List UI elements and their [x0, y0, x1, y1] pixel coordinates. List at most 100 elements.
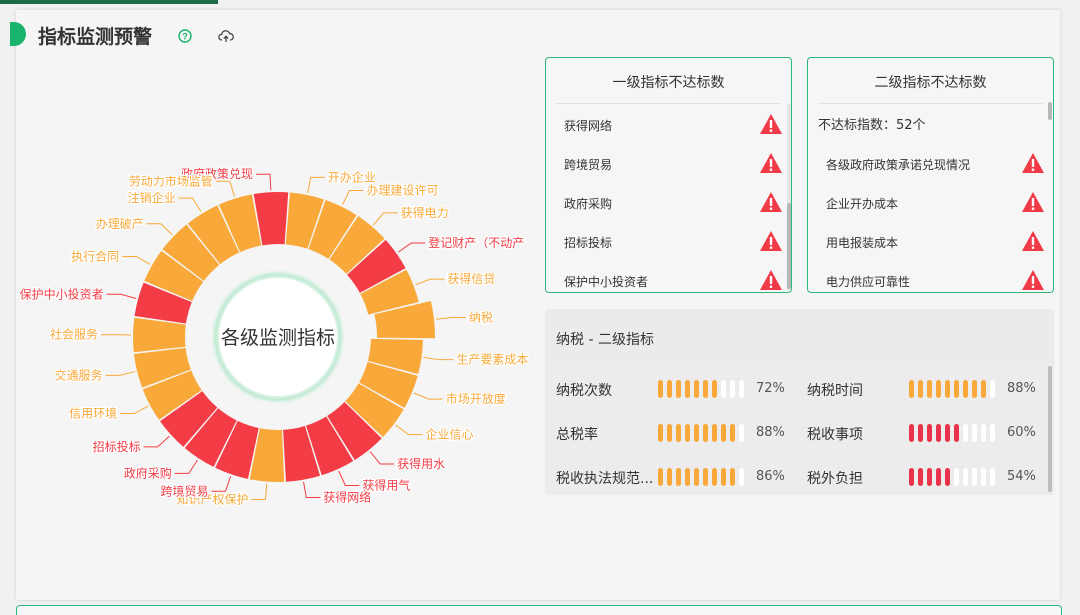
donut-segment-label: 信用环境	[69, 406, 117, 421]
donut-segment-label: 注销企业	[128, 190, 176, 205]
tax-metric-label: 纳税时间	[807, 380, 863, 400]
level2-scroll-thumb[interactable]	[1048, 102, 1052, 120]
warning-icon	[759, 113, 783, 135]
donut-leader-line	[175, 460, 198, 473]
top-accent-strip	[0, 0, 218, 4]
warning-icon	[1021, 269, 1045, 291]
tax-metric-label: 纳税次数	[556, 380, 612, 400]
donut-leader-line	[370, 452, 394, 464]
fail-count-text: 不达标指数：52个	[818, 114, 926, 133]
donut-leader-line	[436, 317, 466, 319]
level1-failures-card: 一级指标不达标数 获得网络跨境贸易政府采购招标投标保护中小投资者	[545, 57, 792, 293]
level1-list-item[interactable]: 跨境贸易	[564, 156, 612, 173]
level1-list-item[interactable]: 获得网络	[564, 117, 612, 134]
donut-leader-line	[256, 174, 271, 190]
monitoring-panel: 指标监测预警 ? 政府政策兑现开办企业办理建设许可获得电力登记财产（不动产获得信…	[16, 10, 1060, 600]
donut-leader-line	[106, 372, 136, 376]
level1-list-item[interactable]: 招标投标	[564, 234, 612, 251]
warning-icon	[1021, 152, 1045, 174]
donut-leader-line	[373, 213, 397, 225]
tax-metric-percent: 72%	[756, 381, 785, 396]
warning-icon	[759, 191, 783, 213]
donut-leader-line	[211, 476, 230, 491]
donut-leader-line	[179, 198, 201, 212]
donut-segment-label: 企业信心	[426, 427, 474, 442]
donut-segment-label: 纳税	[469, 310, 493, 324]
donut-leader-line	[304, 482, 321, 498]
tax-panel-title: 纳税 - 二级指标	[556, 329, 654, 349]
tax-metric-percent: 54%	[1007, 469, 1036, 484]
tax-scroll-thumb[interactable]	[1048, 366, 1052, 492]
tax-metric-percent: 86%	[756, 469, 785, 484]
cloud-upload-icon[interactable]	[218, 29, 234, 43]
help-circle-icon[interactable]: ?	[178, 29, 192, 43]
warning-icon	[759, 269, 783, 291]
donut-leader-line	[398, 243, 425, 252]
tax-metric-percent: 60%	[1007, 425, 1036, 440]
donut-leader-line	[107, 294, 136, 298]
donut-leader-line	[339, 471, 360, 486]
donut-leader-line	[122, 256, 150, 264]
donut-segment-label: 保护中小投资者	[20, 286, 104, 301]
warning-icon	[1021, 191, 1045, 213]
tax-metric-bar	[909, 380, 999, 398]
donut-leader-line	[216, 181, 235, 196]
donut-leader-line	[147, 224, 173, 235]
tax-panel-header: 纳税 - 二级指标	[545, 309, 1054, 364]
donut-leader-line	[396, 425, 423, 435]
tax-metric-label: 总税率	[556, 424, 598, 444]
indicator-donut-chart: 政府政策兑现开办企业办理建设许可获得电力登记财产（不动产获得信贷纳税生产要素成本…	[16, 70, 541, 540]
tax-metric-percent: 88%	[756, 425, 785, 440]
donut-segment-label: 执行合同	[71, 248, 119, 263]
level2-list-item[interactable]: 各级政府政策承诺兑现情况	[826, 156, 970, 173]
donut-segment-label: 跨境贸易	[160, 483, 208, 498]
tax-metric-percent: 88%	[1007, 381, 1036, 396]
title-marker	[10, 22, 26, 46]
donut-segment-label: 登记财产（不动产	[428, 235, 524, 250]
donut-leader-line	[144, 436, 170, 447]
level2-list-item[interactable]: 用电报装成本	[826, 234, 898, 251]
donut-center-label: 各级监测指标	[221, 327, 335, 349]
card-divider	[556, 103, 781, 104]
card-divider	[818, 103, 1043, 104]
donut-segment-label: 市场开放度	[446, 391, 506, 406]
level1-list-item[interactable]: 政府采购	[564, 195, 612, 212]
donut-segment-label: 获得电力	[401, 205, 449, 220]
warning-icon	[759, 230, 783, 252]
donut-segment-label: 政府采购	[124, 465, 172, 480]
donut-segment-label: 获得信贷	[447, 271, 495, 286]
svg-text:?: ?	[182, 32, 188, 42]
donut-leader-line	[424, 357, 454, 359]
donut-segment-label: 社会服务	[50, 327, 98, 342]
level2-list-item[interactable]: 电力供应可靠性	[826, 273, 910, 290]
level2-list-item[interactable]: 企业开办成本	[826, 195, 898, 212]
tax-metric-bar	[909, 468, 999, 486]
donut-segment-label: 获得网络	[323, 490, 371, 505]
level1-list-item[interactable]: 保护中小投资者	[564, 273, 648, 290]
donut-segment-label: 开办企业	[328, 169, 376, 184]
warning-icon	[759, 152, 783, 174]
level1-scroll-thumb[interactable]	[787, 203, 791, 289]
donut-leader-line	[415, 279, 444, 285]
tax-subindicators-panel: 纳税 - 二级指标 纳税次数 72% 纳税时间 88% 总税率 88% 税收事项 60% 税收执…	[545, 309, 1054, 495]
donut-segment-label: 招标投标	[93, 439, 141, 454]
level1-card-title: 一级指标不达标数	[546, 72, 791, 92]
level2-card-title: 二级指标不达标数	[808, 72, 1053, 92]
tax-metric-bar	[658, 380, 748, 398]
tax-metric-bar	[909, 424, 999, 442]
donut-leader-line	[120, 406, 148, 414]
donut-segment-label: 生产要素成本	[456, 353, 528, 367]
donut-leader-line	[308, 177, 325, 193]
level2-failures-card: 二级指标不达标数 不达标指数：52个 各级政府政策承诺兑现情况企业开办成本用电报…	[807, 57, 1054, 293]
donut-leader-line	[414, 393, 443, 399]
tax-metric-bar	[658, 424, 748, 442]
donut-leader-line	[251, 484, 266, 500]
donut-segment-label: 交通服务	[55, 367, 103, 382]
tax-metric-bar	[658, 468, 748, 486]
donut-segment[interactable]	[133, 318, 186, 353]
donut-segment-label: 办理破产	[96, 216, 144, 231]
donut-segment-label: 劳动力市场监管	[129, 173, 213, 188]
tax-metric-label: 税收执法规范...	[556, 468, 653, 488]
tax-metric-label: 税收事项	[807, 424, 863, 444]
donut-segment-label: 获得用水	[397, 456, 445, 471]
